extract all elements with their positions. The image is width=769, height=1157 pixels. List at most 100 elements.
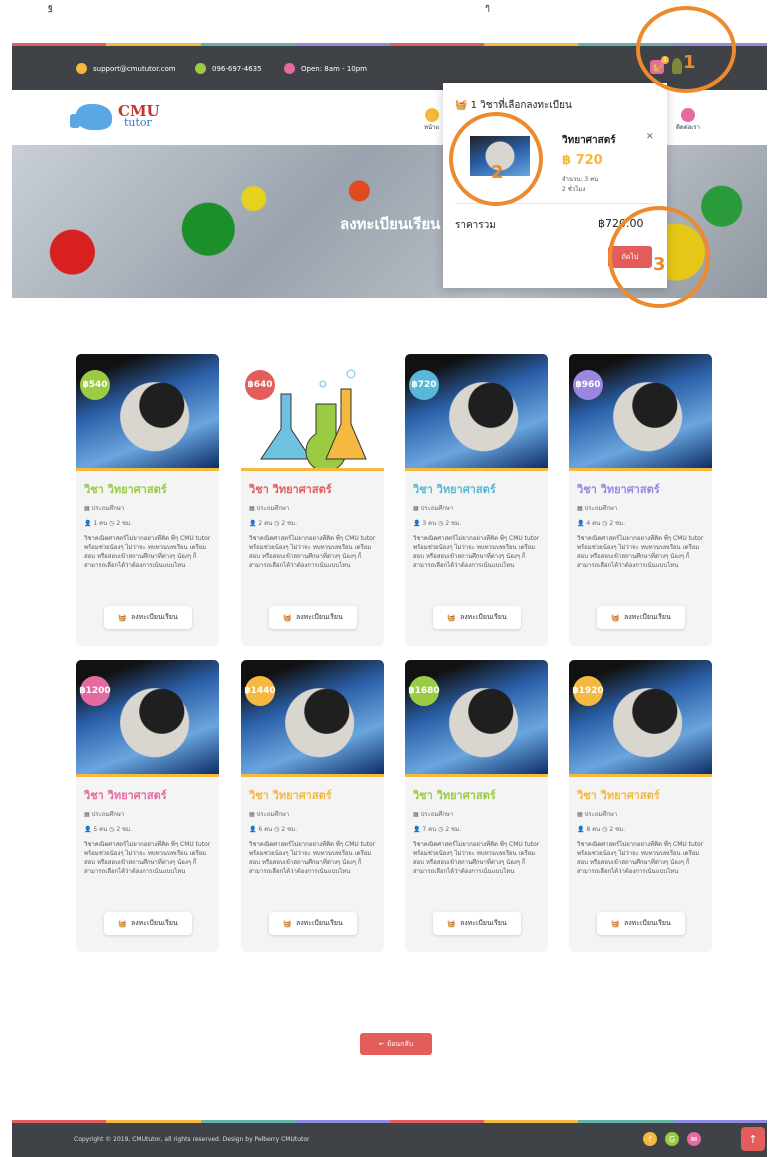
course-card: ฿720 วิชา วิทยาศาสตร์ ▦ ประถมศึกษา 👤 3 คน ◷… xyxy=(405,354,548,646)
course-title[interactable]: วิชา วิทยาศาสตร์ xyxy=(413,480,548,498)
course-level: ▦ ประถมศึกษา xyxy=(249,503,384,513)
course-title[interactable]: วิชา วิทยาศาสตร์ xyxy=(84,480,219,498)
course-people: 4 คน xyxy=(586,520,601,527)
cart-item-qty: จำนวน: 3 คน xyxy=(562,176,599,183)
card-accent-bar xyxy=(405,468,548,471)
course-title[interactable]: วิชา วิทยาศาสตร์ xyxy=(249,480,384,498)
price-badge: ฿720 xyxy=(409,370,439,400)
course-level: ▦ ประถมศึกษา xyxy=(413,809,548,819)
course-hours: 2 ชม. xyxy=(445,520,461,527)
register-button[interactable]: 🧺 ลงทะเบียนเรียน xyxy=(104,912,192,935)
course-level-text: ประถมศึกษา xyxy=(256,811,290,818)
basket-icon: 🧺 xyxy=(118,613,127,622)
course-title[interactable]: วิชา วิทยาศาสตร์ xyxy=(577,786,712,804)
course-level-text: ประถมศึกษา xyxy=(584,505,618,512)
course-title[interactable]: วิชา วิทยาศาสตร์ xyxy=(577,480,712,498)
hero-title: ลงทะเบียนเรียน xyxy=(340,215,441,233)
register-label: ลงทะเบียนเรียน xyxy=(130,919,178,927)
course-level: ▦ ประถมศึกษา xyxy=(84,809,219,819)
course-hours: 2 ชม. xyxy=(281,520,297,527)
phone-contact[interactable]: 096-697-4635 xyxy=(195,63,262,74)
course-hours: 2 ชม. xyxy=(281,826,297,833)
nav-item-contact[interactable]: ติดต่อเรา xyxy=(676,108,700,132)
register-button[interactable]: 🧺 ลงทะเบียนเรียน xyxy=(269,606,357,629)
email-contact[interactable]: support@cmututor.com xyxy=(76,63,176,74)
course-people: 1 คน xyxy=(93,520,108,527)
register-button[interactable]: 🧺 ลงทะเบียนเรียน xyxy=(104,606,192,629)
annotation-circle-2 xyxy=(449,112,543,206)
logo[interactable]: CMU tutor xyxy=(70,104,160,130)
course-meta: 👤 3 คน ◷ 2 ชม. xyxy=(413,518,548,528)
course-meta: 👤 4 คน ◷ 2 ชม. xyxy=(577,518,712,528)
home-icon xyxy=(424,108,439,122)
envelope-icon xyxy=(680,108,695,122)
calendar-icon: ▦ xyxy=(249,505,257,512)
register-button[interactable]: 🧺 ลงทะเบียนเรียน xyxy=(597,606,685,629)
course-level: ▦ ประถมศึกษา xyxy=(84,503,219,513)
caption-mark-right: ๆ xyxy=(485,3,490,13)
mail-icon[interactable]: ✉ xyxy=(687,1132,701,1146)
course-title[interactable]: วิชา วิทยาศาสตร์ xyxy=(84,786,219,804)
person-icon: 👤 xyxy=(84,826,94,833)
person-icon: 👤 xyxy=(413,826,423,833)
register-label: ลงทะเบียนเรียน xyxy=(459,613,507,621)
course-level: ▦ ประถมศึกษา xyxy=(577,503,712,513)
course-people: 3 คน xyxy=(422,520,437,527)
google-icon[interactable]: G xyxy=(665,1132,679,1146)
nav-label-contact: ติดต่อเรา xyxy=(676,124,700,131)
register-label: ลงทะเบียนเรียน xyxy=(295,613,343,621)
course-meta: 👤 2 คน ◷ 2 ชม. xyxy=(249,518,384,528)
cart-item-hours: 2 ชั่วโมง xyxy=(562,186,586,193)
register-button[interactable]: 🧺 ลงทะเบียนเรียน xyxy=(433,912,521,935)
person-icon: 👤 xyxy=(84,520,94,527)
cart-item-name: วิทยาศาสตร์ xyxy=(562,135,616,146)
email-icon xyxy=(76,63,87,74)
total-label: ราคารวม xyxy=(455,220,496,231)
price-badge: ฿1440 xyxy=(244,676,276,706)
arrow-up-icon: ↑ xyxy=(748,1132,758,1146)
course-level-text: ประถมศึกษา xyxy=(584,811,618,818)
register-button[interactable]: 🧺 ลงทะเบียนเรียน xyxy=(433,606,521,629)
course-people: 5 คน xyxy=(93,826,108,833)
course-title[interactable]: วิชา วิทยาศาสตร์ xyxy=(249,786,384,804)
course-level-text: ประถมศึกษา xyxy=(91,505,125,512)
register-button[interactable]: 🧺 ลงทะเบียนเรียน xyxy=(269,912,357,935)
course-people: 8 คน xyxy=(586,826,601,833)
price-badge: ฿540 xyxy=(80,370,110,400)
annotation-number-3: 3 xyxy=(653,254,666,275)
page: ฐ ๆ support@cmututor.com 096-697-4635 Op… xyxy=(0,0,769,1157)
register-button[interactable]: 🧺 ลงทะเบียนเรียน xyxy=(597,912,685,935)
calendar-icon: ▦ xyxy=(577,505,585,512)
course-level-text: ประถมศึกษา xyxy=(420,505,454,512)
course-meta: 👤 8 คน ◷ 2 ชม. xyxy=(577,824,712,834)
course-meta: 👤 5 คน ◷ 2 ชม. xyxy=(84,824,219,834)
card-accent-bar xyxy=(76,774,219,777)
back-button[interactable]: ← ย้อนกลับ xyxy=(360,1033,432,1055)
remove-item-icon[interactable]: ✕ xyxy=(646,132,654,142)
price-badge: ฿1680 xyxy=(408,676,440,706)
course-title[interactable]: วิชา วิทยาศาสตร์ xyxy=(413,786,548,804)
course-card: ฿960 วิชา วิทยาศาสตร์ ▦ ประถมศึกษา 👤 4 คน ◷… xyxy=(569,354,712,646)
course-description: วิชาคณิตศาสตร์ไม่ยากอย่างที่คิด พี่ๆ CMU… xyxy=(84,535,211,569)
course-level: ▦ ประถมศึกษา xyxy=(413,503,548,513)
clock-icon xyxy=(284,63,295,74)
calendar-icon: ▦ xyxy=(577,811,585,818)
course-hours: 2 ชม. xyxy=(445,826,461,833)
card-accent-bar xyxy=(241,468,384,471)
course-description: วิชาคณิตศาสตร์ไม่ยากอย่างที่คิด พี่ๆ CMU… xyxy=(577,841,704,875)
calendar-icon: ▦ xyxy=(84,505,92,512)
course-card: ฿540 วิชา วิทยาศาสตร์ ▦ ประถมศึกษา 👤 1 คน ◷… xyxy=(76,354,219,646)
person-icon: 👤 xyxy=(249,826,259,833)
card-accent-bar xyxy=(569,468,712,471)
nav-item-home[interactable]: หน้าแ xyxy=(424,108,439,132)
caption-strip: ฐ ๆ xyxy=(0,0,769,13)
course-hours: 2 ชม. xyxy=(609,520,625,527)
basket-icon: 🧺 xyxy=(611,919,620,928)
course-description: วิชาคณิตศาสตร์ไม่ยากอย่างที่คิด พี่ๆ CMU… xyxy=(413,535,540,569)
facebook-icon[interactable]: f xyxy=(643,1132,657,1146)
email-text: support@cmututor.com xyxy=(93,64,176,73)
scroll-top-button[interactable]: ↑ xyxy=(741,1127,765,1151)
card-accent-bar xyxy=(76,468,219,471)
course-description: วิชาคณิตศาสตร์ไม่ยากอย่างที่คิด พี่ๆ CMU… xyxy=(249,841,376,875)
cart-header: 🧺 1 วิชาที่เลือกลงทะเบียน xyxy=(455,98,572,113)
